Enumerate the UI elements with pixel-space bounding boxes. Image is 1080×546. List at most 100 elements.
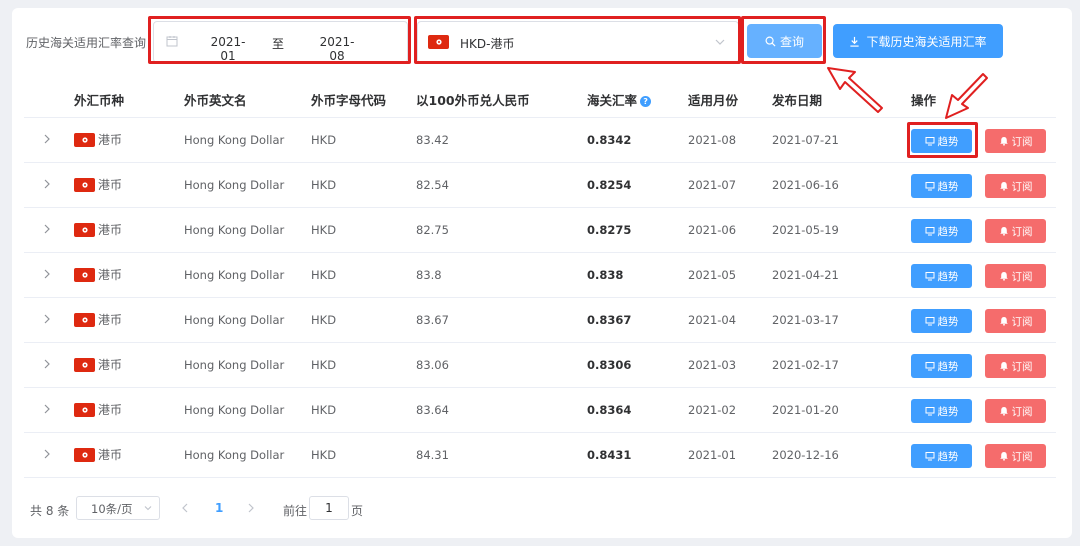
- trend-button[interactable]: 趋势: [911, 309, 972, 333]
- chart-icon: [925, 182, 934, 191]
- expand-row-icon[interactable]: [42, 223, 52, 235]
- col-month: 适用月份: [688, 93, 739, 108]
- applicable-month: 2021-02: [688, 403, 737, 417]
- rate-per-100: 83.67: [416, 313, 449, 327]
- download-button-label: 下载历史海关适用汇率: [866, 34, 987, 49]
- expand-row-icon[interactable]: [42, 403, 52, 415]
- hong-kong-flag-icon: [74, 357, 95, 372]
- next-page-icon[interactable]: [246, 502, 256, 514]
- customs-rate: 0.838: [587, 268, 624, 282]
- table-row: 港币 Hong Kong Dollar HKD 84.31 0.8431 2021-01 2…: [24, 433, 1056, 478]
- currency-cell: 港币: [74, 401, 122, 418]
- currency-cell: 港币: [74, 266, 122, 283]
- customs-rate: 0.8342: [587, 133, 632, 147]
- table-row: 港币 Hong Kong Dollar HKD 82.54 0.8254 2021-07 2…: [24, 163, 1056, 208]
- currency-name: 港币: [98, 178, 123, 192]
- expand-row-icon[interactable]: [42, 448, 52, 460]
- expand-row-icon[interactable]: [42, 133, 52, 145]
- trend-button[interactable]: 趋势: [911, 354, 972, 378]
- chart-icon: [925, 317, 934, 326]
- applicable-month: 2021-03: [688, 358, 737, 372]
- subscribe-button-label: 订阅: [1011, 225, 1033, 238]
- subscribe-button-label: 订阅: [1011, 270, 1033, 283]
- expand-row-icon[interactable]: [42, 313, 52, 325]
- goto-page-input[interactable]: 1: [309, 496, 349, 520]
- subscribe-button-label: 订阅: [1011, 405, 1033, 418]
- publish-date: 2021-03-17: [772, 313, 839, 327]
- goto-prefix: 前往: [283, 504, 308, 518]
- currency-code: HKD: [311, 448, 337, 462]
- customs-rate: 0.8364: [587, 403, 632, 417]
- trend-button[interactable]: 趋势: [911, 219, 972, 243]
- page-size-select[interactable]: 10条/页: [76, 496, 160, 520]
- rate-per-100: 83.64: [416, 403, 449, 417]
- main-panel: 历史海关适用汇率查询 2021-01 至 2021-08 HKD-港币 查询 下…: [12, 8, 1072, 538]
- range-separator: 至: [272, 37, 285, 51]
- rate-per-100: 83.8: [416, 268, 442, 282]
- trend-button[interactable]: 趋势: [911, 399, 972, 423]
- table-header: 外汇币种 外币英文名 外币字母代码 以100外币兑人民币 海关汇率? 适用月份 …: [24, 80, 1056, 118]
- subscribe-button[interactable]: 订阅: [985, 444, 1046, 468]
- download-history-button[interactable]: 下载历史海关适用汇率: [833, 24, 1003, 58]
- currency-name: 港币: [98, 133, 123, 147]
- customs-rate: 0.8367: [587, 313, 632, 327]
- trend-button-label: 趋势: [937, 180, 959, 193]
- publish-date: 2021-07-21: [772, 133, 839, 147]
- help-icon[interactable]: ?: [640, 96, 652, 107]
- expand-row-icon[interactable]: [42, 178, 52, 190]
- chart-icon: [925, 407, 934, 416]
- end-month-input[interactable]: 2021-08: [312, 35, 362, 63]
- start-month-input[interactable]: 2021-01: [203, 35, 253, 63]
- currency-cell: 港币: [74, 131, 122, 148]
- chart-icon: [925, 362, 934, 371]
- col-action: 操作: [911, 93, 937, 108]
- subscribe-button[interactable]: 订阅: [985, 309, 1046, 333]
- prev-page-icon[interactable]: [180, 502, 190, 514]
- english-name: Hong Kong Dollar: [184, 133, 285, 147]
- trend-button-label: 趋势: [937, 405, 959, 418]
- chart-icon: [925, 227, 934, 236]
- english-name: Hong Kong Dollar: [184, 313, 285, 327]
- col-code: 外币字母代码: [311, 93, 387, 108]
- expand-row-icon[interactable]: [42, 268, 52, 280]
- pagination: 共 8 条 10条/页 1 前往 1 页: [12, 494, 1072, 524]
- currency-code: HKD: [311, 223, 337, 237]
- applicable-month: 2021-04: [688, 313, 737, 327]
- subscribe-button[interactable]: 订阅: [985, 174, 1046, 198]
- rate-per-100: 83.06: [416, 358, 449, 372]
- query-button-label: 查询: [779, 34, 804, 49]
- subscribe-button[interactable]: 订阅: [985, 129, 1046, 153]
- expand-row-icon[interactable]: [42, 358, 52, 370]
- publish-date: 2021-04-21: [772, 268, 839, 282]
- month-range-picker[interactable]: 2021-01 至 2021-08: [153, 21, 408, 63]
- currency-cell: 港币: [74, 446, 122, 463]
- subscribe-button[interactable]: 订阅: [985, 399, 1046, 423]
- subscribe-button[interactable]: 订阅: [985, 354, 1046, 378]
- filter-label: 历史海关适用汇率查询: [26, 36, 147, 50]
- query-button[interactable]: 查询: [747, 24, 822, 58]
- subscribe-button[interactable]: 订阅: [985, 219, 1046, 243]
- col-customs-rate: 海关汇率?: [587, 90, 652, 109]
- trend-button[interactable]: 趋势: [911, 129, 972, 153]
- chart-icon: [925, 137, 934, 146]
- trend-button[interactable]: 趋势: [911, 264, 972, 288]
- currency-select[interactable]: HKD-港币: [417, 21, 739, 63]
- page-number-current[interactable]: 1: [215, 501, 223, 515]
- rate-per-100: 82.75: [416, 223, 449, 237]
- publish-date: 2021-06-16: [772, 178, 839, 192]
- currency-select-value: HKD-港币: [460, 37, 515, 51]
- trend-button[interactable]: 趋势: [911, 174, 972, 198]
- applicable-month: 2021-01: [688, 448, 737, 462]
- trend-button-label: 趋势: [937, 450, 959, 463]
- publish-date: 2021-02-17: [772, 358, 839, 372]
- english-name: Hong Kong Dollar: [184, 448, 285, 462]
- subscribe-button[interactable]: 订阅: [985, 264, 1046, 288]
- trend-button-label: 趋势: [937, 135, 959, 148]
- search-icon: [765, 36, 776, 47]
- applicable-month: 2021-07: [688, 178, 737, 192]
- table-row: 港币 Hong Kong Dollar HKD 83.42 0.8342 2021-08 2…: [24, 118, 1056, 163]
- hong-kong-flag-icon: [428, 35, 449, 49]
- trend-button-label: 趋势: [937, 360, 959, 373]
- subscribe-button-label: 订阅: [1011, 450, 1033, 463]
- trend-button[interactable]: 趋势: [911, 444, 972, 468]
